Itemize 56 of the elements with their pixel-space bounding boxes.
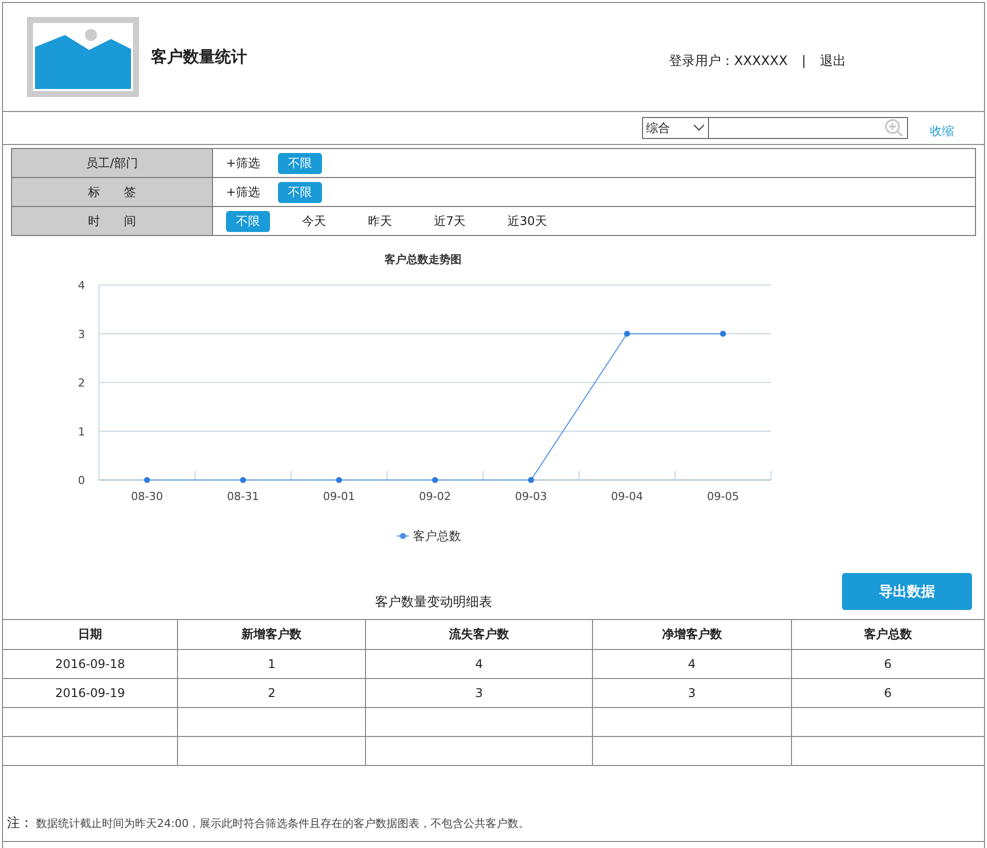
filter-option[interactable]: 今天 [292,210,336,232]
chevron-down-icon[interactable] [693,124,705,132]
filter-label: 标 签 [12,178,213,206]
table-cell: 6 [791,678,984,708]
logged-in-user: 登录用户：XXXXXX [669,53,788,70]
filter-label: 员工/部门 [12,149,213,177]
data-point [240,477,246,483]
y-tick-label: 0 [78,474,85,487]
table-cell: 3 [592,678,792,708]
legend-label: 客户总数 [413,529,461,543]
add-filter-link[interactable]: +筛选 [226,154,260,172]
table-cell: 6 [791,650,984,678]
separator: | [802,54,806,68]
table-cell: 2 [178,678,366,708]
table-cell: 1 [178,650,366,678]
scope-select[interactable]: 综合 [642,117,709,139]
table-cell: 4 [592,650,792,678]
data-point [144,477,150,483]
data-point [624,330,630,337]
x-tick-label: 09-04 [611,490,643,503]
x-tick-label: 09-05 [707,490,739,503]
filter-option[interactable]: 近7天 [424,210,476,232]
x-tick-label: 09-03 [515,490,547,503]
note-text: 数据统计截止时间为昨天24:00，展示此时符合筛选条件且存在的客户数据图表，不包含公共客户数。 [36,816,530,830]
image-placeholder-icon [27,17,139,97]
filter-label: 时 间 [12,207,213,235]
add-filter-link[interactable]: +筛选 [226,184,260,200]
logout-link[interactable]: 退出 [820,52,846,70]
column-header: 客户总数 [791,620,984,650]
y-tick-label: 3 [78,328,85,341]
y-tick-label: 4 [78,279,85,292]
data-point [336,477,342,483]
x-tick-label: 09-01 [323,490,355,503]
chart-title: 客户总数走势图 [384,253,462,266]
filter-option[interactable]: 近30天 [498,210,557,232]
x-tick-label: 09-02 [419,490,451,503]
data-point [528,477,534,483]
y-tick-label: 1 [78,425,85,438]
table-title: 客户数量变动明细表 [375,594,492,611]
search-field[interactable] [709,117,908,139]
column-header: 流失客户数 [366,620,592,650]
page-title: 客户数量统计 [151,46,247,68]
column-header: 新增客户数 [178,620,366,650]
filter-option[interactable]: 昨天 [358,210,402,232]
table-cell: 3 [366,678,592,708]
data-point [432,477,438,483]
column-header: 日期 [3,620,178,650]
y-tick-label: 2 [78,376,85,390]
column-header: 净增客户数 [592,620,792,650]
x-tick-label: 08-31 [227,490,259,503]
table-cell: 2016-09-18 [3,650,178,678]
table-cell: 2016-09-19 [3,678,178,708]
note-label: 注： [7,815,33,832]
x-tick-label: 08-30 [131,490,163,503]
data-point [720,330,726,337]
table-cell: 4 [366,650,592,678]
